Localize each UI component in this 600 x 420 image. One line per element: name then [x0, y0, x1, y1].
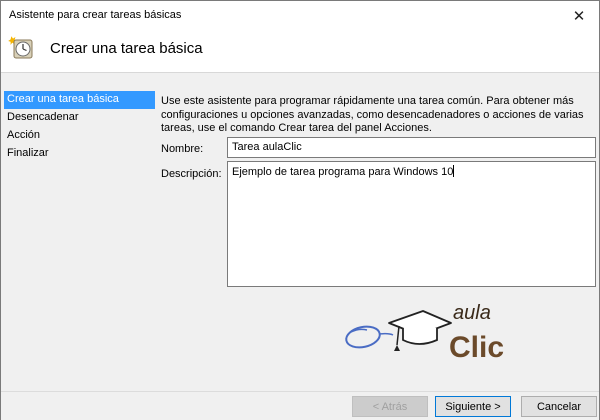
- window-title: Asistente para crear tareas básicas: [9, 9, 182, 21]
- wizard-steps-list: Crear una tarea básica Desencadenar Acci…: [4, 91, 155, 163]
- back-button[interactable]: < Atrás: [352, 396, 428, 417]
- step-item-desencadenar[interactable]: Desencadenar: [4, 109, 155, 127]
- aulaclic-logo: aula Clic: [345, 302, 504, 364]
- logo-word-clic: Clic: [449, 331, 504, 364]
- cancel-button[interactable]: Cancelar: [521, 396, 597, 417]
- description-label: Descripción:: [161, 168, 222, 180]
- wizard-main-panel: Use este asistente para programar rápida…: [161, 95, 596, 136]
- next-button[interactable]: Siguiente >: [435, 396, 511, 417]
- graduation-cap-icon: [388, 310, 452, 351]
- logo-word-aula: aula: [453, 302, 491, 324]
- intro-text: Use este asistente para programar rápida…: [161, 95, 584, 134]
- wizard-window: Asistente para crear tareas básicas ✕ Cr…: [0, 0, 600, 420]
- title-bar: Asistente para crear tareas básicas ✕: [1, 1, 599, 30]
- step-item-finalizar[interactable]: Finalizar: [4, 145, 155, 163]
- close-icon[interactable]: ✕: [559, 1, 599, 30]
- step-item-crear-tarea[interactable]: Crear una tarea básica: [4, 91, 155, 109]
- page-heading: Crear una tarea básica: [50, 40, 203, 57]
- description-textarea[interactable]: Ejemplo de tarea programa para Windows 1…: [227, 161, 596, 287]
- description-text: Ejemplo de tarea programa para Windows 1…: [232, 166, 454, 178]
- task-scheduler-clock-icon: [8, 36, 33, 59]
- text-caret: [453, 165, 455, 177]
- step-item-accion[interactable]: Acción: [4, 127, 155, 145]
- name-label: Nombre:: [161, 143, 204, 155]
- name-input[interactable]: Tarea aulaClic: [227, 137, 596, 158]
- wizard-header: Crear una tarea básica: [1, 30, 599, 72]
- mouse-icon: [345, 325, 394, 349]
